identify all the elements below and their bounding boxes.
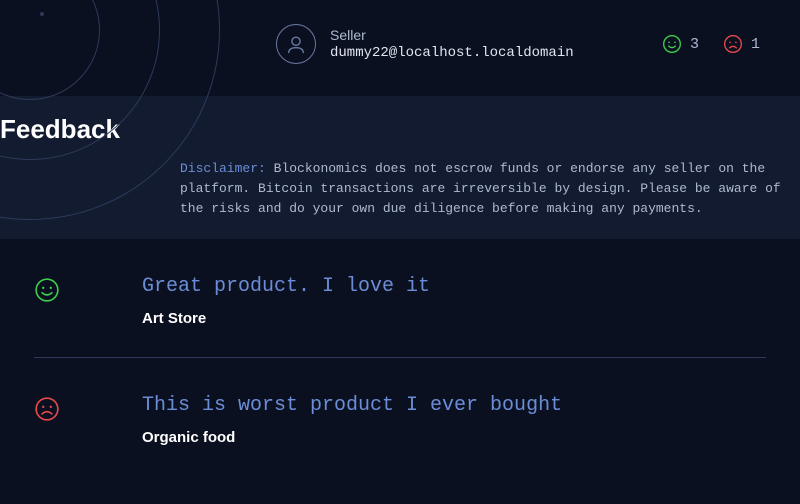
seller-email: dummy22@localhost.localdomain — [330, 45, 574, 61]
avatar — [276, 24, 316, 64]
feedback-comment: Great product. I love it — [142, 275, 430, 298]
happy-face-icon — [662, 34, 682, 54]
disclaimer: Disclaimer: Blockonomics does not escrow… — [180, 159, 800, 219]
header: Seller dummy22@localhost.localdomain 3 1 — [0, 0, 800, 96]
positive-count: 3 — [690, 36, 699, 53]
seller-block: Seller dummy22@localhost.localdomain — [276, 24, 574, 64]
disclaimer-text: Blockonomics does not escrow funds or en… — [180, 161, 781, 216]
negative-count: 1 — [751, 36, 760, 53]
feedback-comment: This is worst product I ever bought — [142, 394, 562, 417]
feedback-section-header: Feedback Disclaimer: Blockonomics does n… — [0, 96, 800, 239]
person-icon — [285, 33, 307, 55]
section-title: Feedback — [0, 114, 800, 145]
sad-face-icon — [723, 34, 743, 54]
feedback-product: Art Store — [142, 310, 430, 327]
ratings-summary: 3 1 — [662, 34, 760, 54]
seller-label: Seller — [330, 27, 574, 43]
feedback-product: Organic food — [142, 429, 562, 446]
feedback-item: Great product. I love it Art Store — [34, 239, 766, 358]
happy-face-icon — [34, 277, 60, 303]
sad-face-icon — [34, 396, 60, 422]
feedback-item: This is worst product I ever bought Orga… — [34, 358, 766, 476]
negative-rating: 1 — [723, 34, 760, 54]
positive-rating: 3 — [662, 34, 699, 54]
disclaimer-tag: Disclaimer: — [180, 161, 266, 176]
feedback-list: Great product. I love it Art Store This … — [0, 239, 800, 476]
